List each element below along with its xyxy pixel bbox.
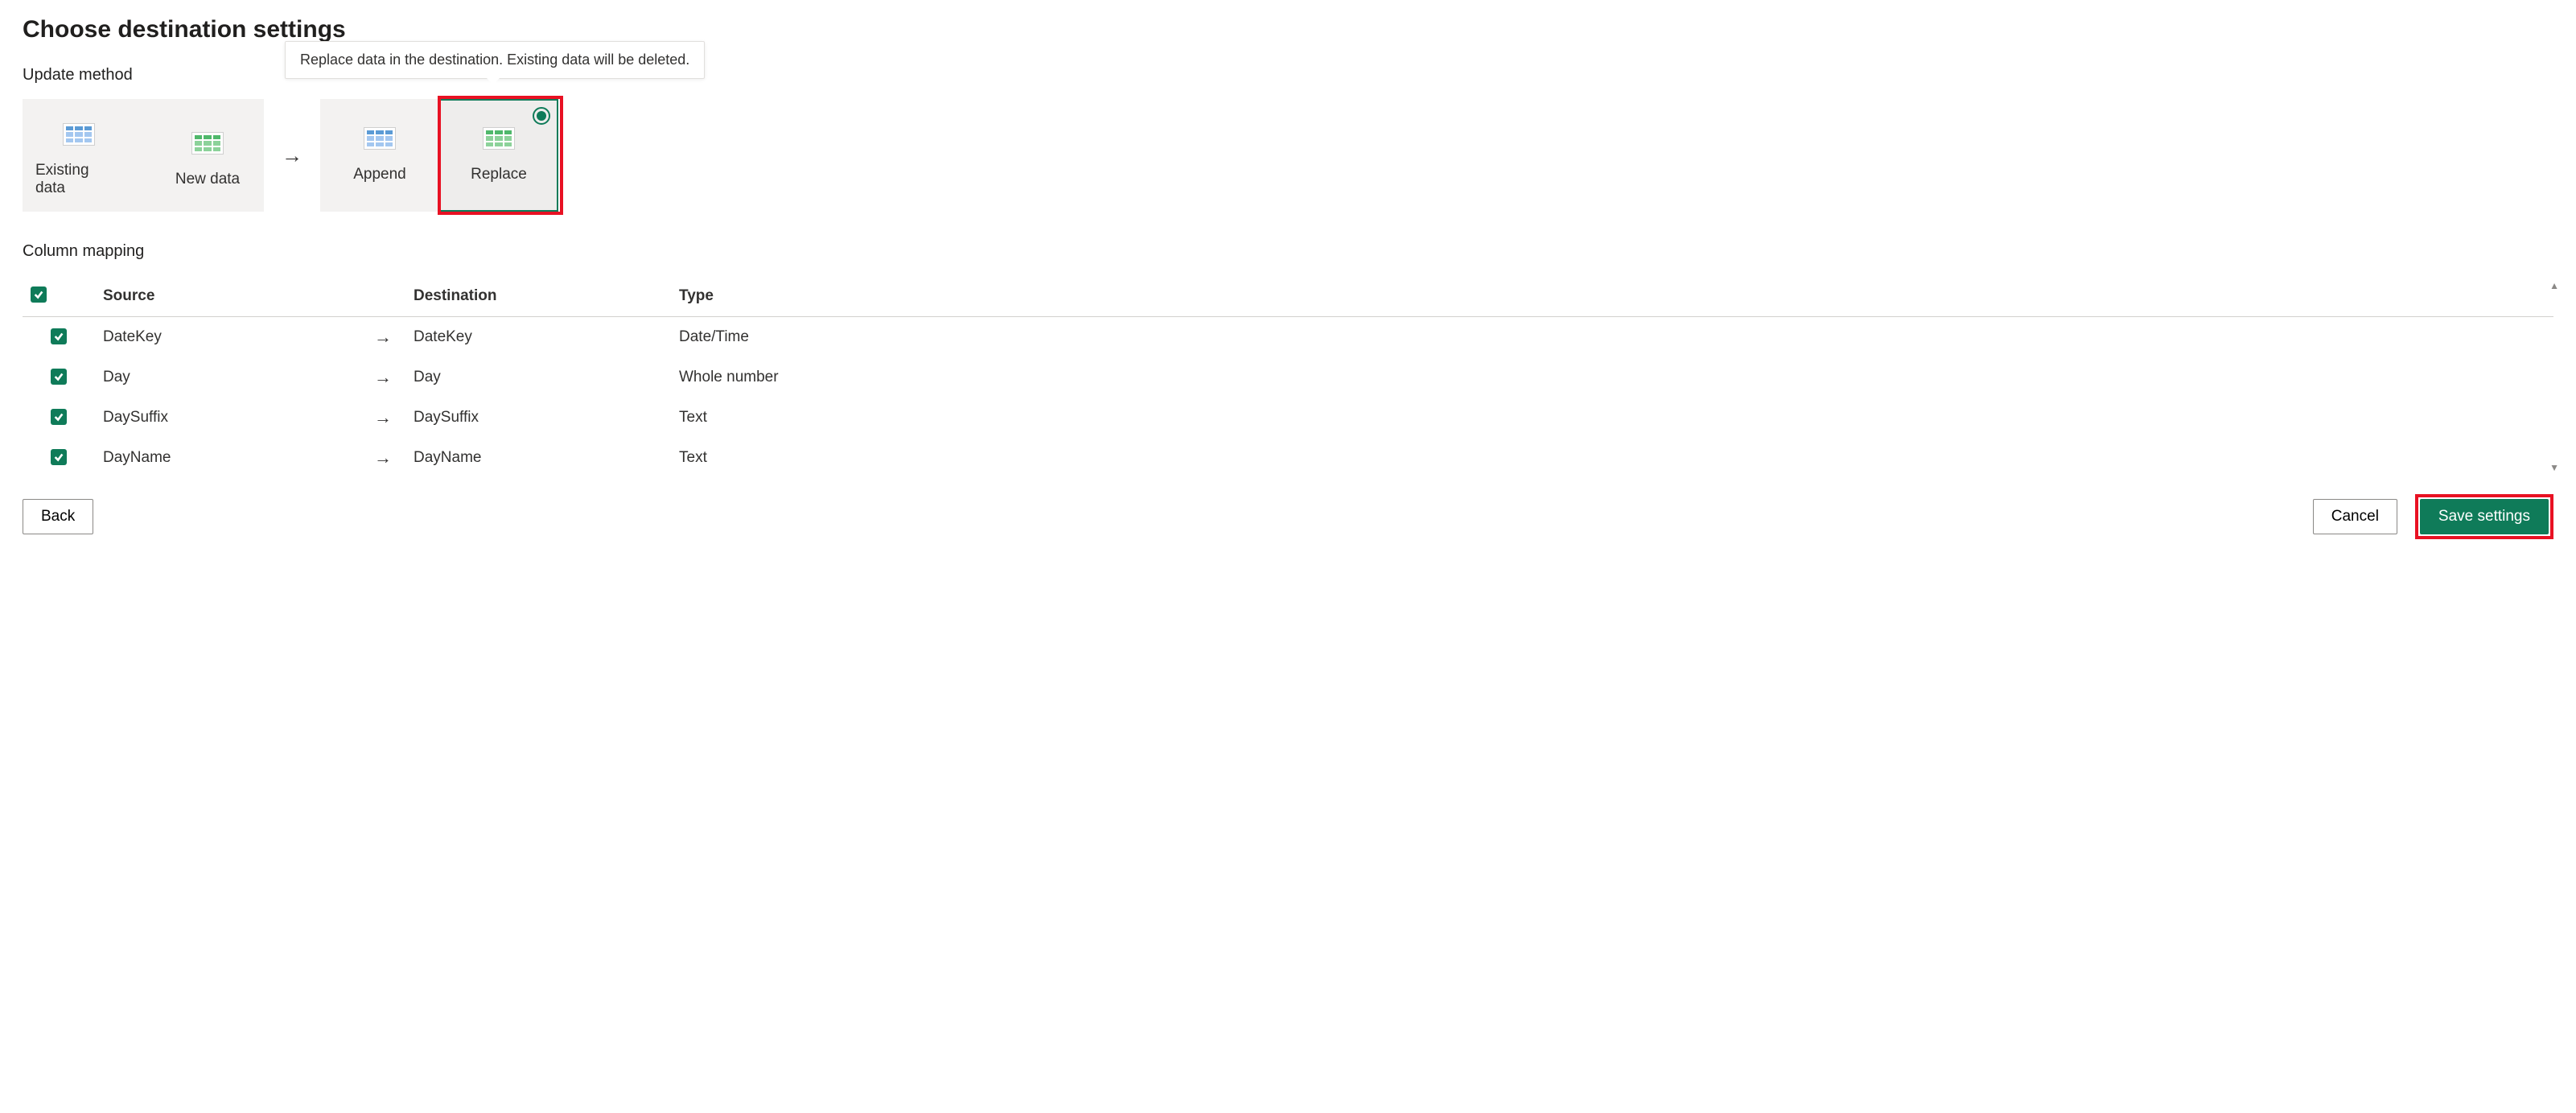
new-data-tile: New data: [164, 127, 251, 193]
destination-cell: Day: [405, 357, 671, 398]
type-cell: Text: [671, 398, 2553, 438]
arrow-right-icon: →: [374, 447, 392, 468]
row-checkbox[interactable]: [51, 449, 67, 465]
header-destination: Destination: [405, 275, 671, 317]
row-checkbox[interactable]: [51, 409, 67, 425]
radio-selected-icon: [533, 107, 550, 125]
existing-data-tile: Existing data: [35, 118, 122, 202]
data-preview-group: Existing data New data: [23, 99, 264, 212]
arrow-right-icon: →: [282, 143, 302, 168]
select-all-checkbox[interactable]: [31, 286, 47, 303]
table-icon: [191, 132, 224, 155]
cancel-button[interactable]: Cancel: [2313, 499, 2397, 534]
type-cell: Text: [671, 438, 2553, 478]
row-checkbox[interactable]: [51, 328, 67, 344]
table-row: DaySuffix→DaySuffixText: [23, 398, 2553, 438]
replace-label: Replace: [471, 166, 527, 183]
destination-cell: DateKey: [405, 317, 671, 358]
replace-tooltip: Replace data in the destination. Existin…: [285, 41, 705, 79]
column-mapping-section: Source Destination Type DateKey→DateKeyD…: [23, 275, 2553, 478]
append-option[interactable]: Append: [320, 99, 439, 212]
new-data-label: New data: [175, 171, 240, 188]
source-cell: DaySuffix: [95, 398, 360, 438]
table-row: Day→DayWhole number: [23, 357, 2553, 398]
footer: Back Cancel Save settings: [23, 494, 2553, 539]
scroll-up-icon[interactable]: ▲: [2549, 280, 2559, 291]
page-title: Choose destination settings: [23, 16, 2553, 43]
row-checkbox[interactable]: [51, 369, 67, 385]
save-settings-button[interactable]: Save settings: [2420, 499, 2549, 534]
source-cell: DayName: [95, 438, 360, 478]
existing-data-label: Existing data: [35, 162, 122, 197]
mapping-table: Source Destination Type DateKey→DateKeyD…: [23, 275, 2553, 478]
append-label: Append: [353, 166, 406, 183]
replace-option[interactable]: Replace: [439, 99, 558, 212]
table-row: DateKey→DateKeyDate/Time: [23, 317, 2553, 358]
destination-cell: DayName: [405, 438, 671, 478]
table-icon: [483, 127, 515, 150]
method-options: Append Replace: [320, 99, 558, 212]
source-cell: Day: [95, 357, 360, 398]
header-source: Source: [95, 275, 360, 317]
update-method-row: Replace data in the destination. Existin…: [23, 99, 2553, 212]
header-type: Type: [671, 275, 2553, 317]
type-cell: Date/Time: [671, 317, 2553, 358]
destination-cell: DaySuffix: [405, 398, 671, 438]
replace-tooltip-text: Replace data in the destination. Existin…: [300, 52, 689, 68]
scroll-down-icon[interactable]: ▼: [2549, 462, 2559, 473]
type-cell: Whole number: [671, 357, 2553, 398]
table-icon: [364, 127, 396, 150]
highlight-box: Save settings: [2415, 494, 2553, 539]
arrow-right-icon: →: [374, 407, 392, 427]
arrow-right-icon: →: [374, 367, 392, 387]
arrow-right-icon: →: [374, 327, 392, 347]
table-icon: [63, 123, 95, 146]
source-cell: DateKey: [95, 317, 360, 358]
column-mapping-label: Column mapping: [23, 242, 2553, 261]
back-button[interactable]: Back: [23, 499, 93, 534]
scrollbar[interactable]: ▲ ▼: [2550, 275, 2558, 478]
table-row: DayName→DayNameText: [23, 438, 2553, 478]
